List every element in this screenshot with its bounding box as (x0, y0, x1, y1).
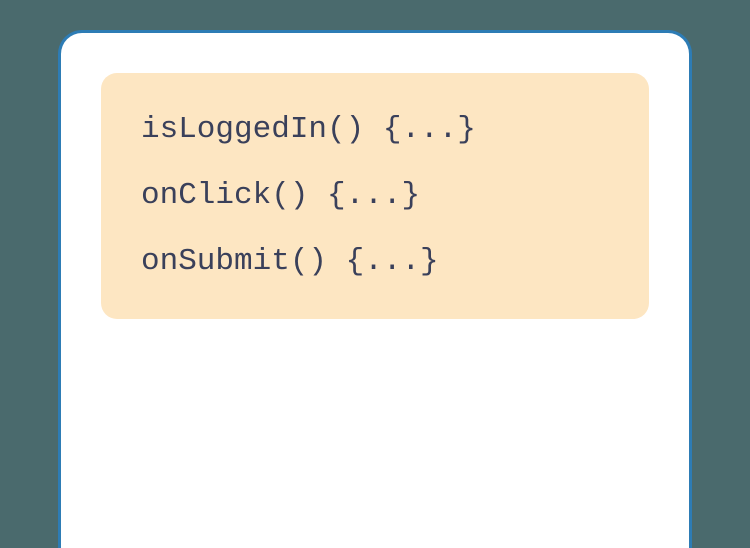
code-line: isLoggedIn() {...} (141, 109, 609, 151)
code-line: onClick() {...} (141, 175, 609, 217)
content-card: isLoggedIn() {...} onClick() {...} onSub… (58, 30, 692, 548)
code-block: isLoggedIn() {...} onClick() {...} onSub… (101, 73, 649, 319)
code-line: onSubmit() {...} (141, 241, 609, 283)
